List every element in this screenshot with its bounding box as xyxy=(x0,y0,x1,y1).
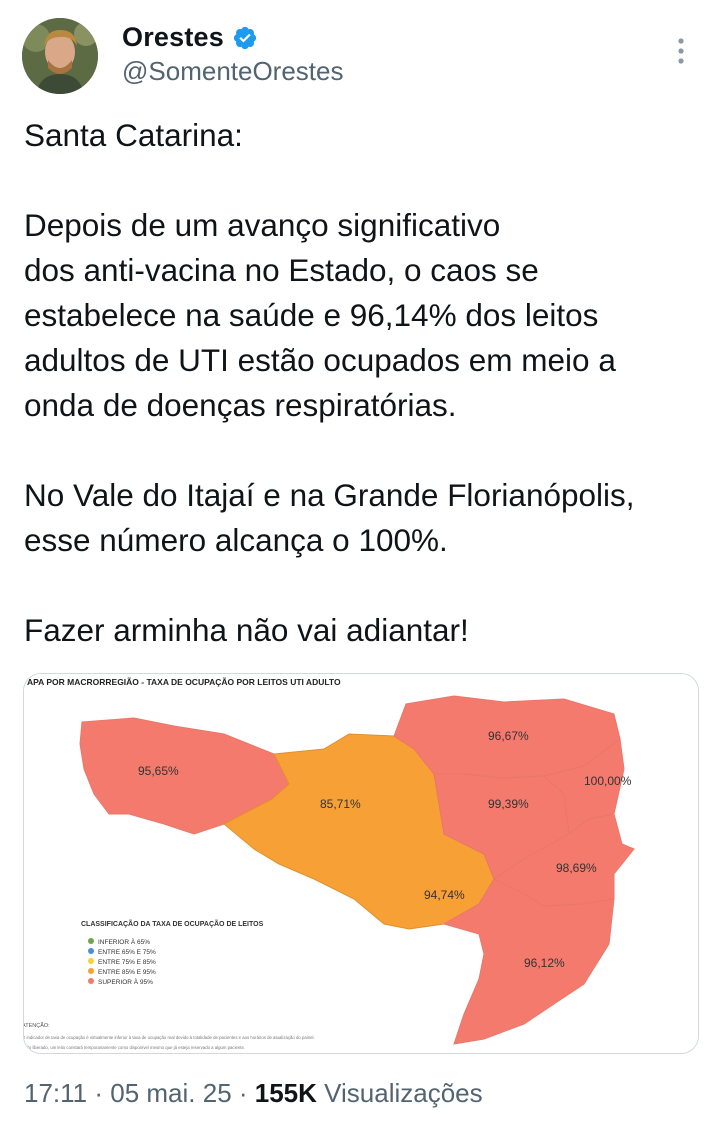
legend-title: CLASSIFICAÇÃO DA TAXA DE OCUPAÇÃO DE LEI… xyxy=(81,919,264,928)
separator-dot: · xyxy=(231,1078,255,1108)
occupancy-map: APA POR MACRORREGIÃO - TAXA DE OCUPAÇÃO … xyxy=(24,674,698,1053)
tweet-date[interactable]: 05 mai. 25 xyxy=(110,1078,231,1108)
author-name[interactable]: Orestes xyxy=(122,22,224,53)
avatar[interactable] xyxy=(22,18,98,94)
legend-dot xyxy=(88,968,94,974)
tweet-text: Santa Catarina: Depois de um avanço sign… xyxy=(24,117,635,648)
region-label: 96,12% xyxy=(524,956,565,970)
legend-dot xyxy=(88,958,94,964)
author-handle[interactable]: @SomenteOrestes xyxy=(122,56,343,87)
tweet-header: Orestes @SomenteOrestes xyxy=(22,18,702,98)
region-label: 98,69% xyxy=(556,861,597,875)
region-label: 94,74% xyxy=(424,888,465,902)
note-line: O indicador de taxa de ocupação é virtua… xyxy=(24,1035,315,1040)
separator-dot: · xyxy=(87,1078,111,1108)
region-label: 96,67% xyxy=(488,729,529,743)
note-line: Leito liberado, um leito constará tempor… xyxy=(24,1045,245,1050)
tweet-time[interactable]: 17:11 xyxy=(24,1078,87,1108)
tweet-footer: 17:11 · 05 mai. 25 · 155K Visualizações xyxy=(24,1078,483,1109)
legend-label: SUPERIOR À 95% xyxy=(98,977,153,986)
map-title: APA POR MACRORREGIÃO - TAXA DE OCUPAÇÃO … xyxy=(27,677,341,687)
avatar-image xyxy=(22,18,98,94)
region-label: 100,00% xyxy=(584,774,632,788)
more-options-icon[interactable] xyxy=(676,36,686,66)
legend-dot xyxy=(88,938,94,944)
legend: INFERIOR À 65% ENTRE 65% E 75% ENTRE 75%… xyxy=(88,937,156,986)
verified-badge-icon xyxy=(233,26,257,49)
tweet-media-map[interactable]: APA POR MACRORREGIÃO - TAXA DE OCUPAÇÃO … xyxy=(23,673,699,1054)
legend-label: INFERIOR À 65% xyxy=(98,937,150,946)
legend-label: ENTRE 85% E 95% xyxy=(98,969,156,976)
region-label: 85,71% xyxy=(320,797,361,811)
legend-label: ENTRE 65% E 75% xyxy=(98,949,156,956)
legend-dot xyxy=(88,978,94,984)
note-title: ATENÇÃO: xyxy=(24,1022,50,1029)
views-count: 155K xyxy=(254,1078,317,1108)
region-label: 99,39% xyxy=(488,797,529,811)
legend-label: ENTRE 75% E 85% xyxy=(98,959,156,966)
legend-dot xyxy=(88,948,94,954)
views-label: Visualizações xyxy=(316,1078,483,1108)
region-label: 95,65% xyxy=(138,764,179,778)
